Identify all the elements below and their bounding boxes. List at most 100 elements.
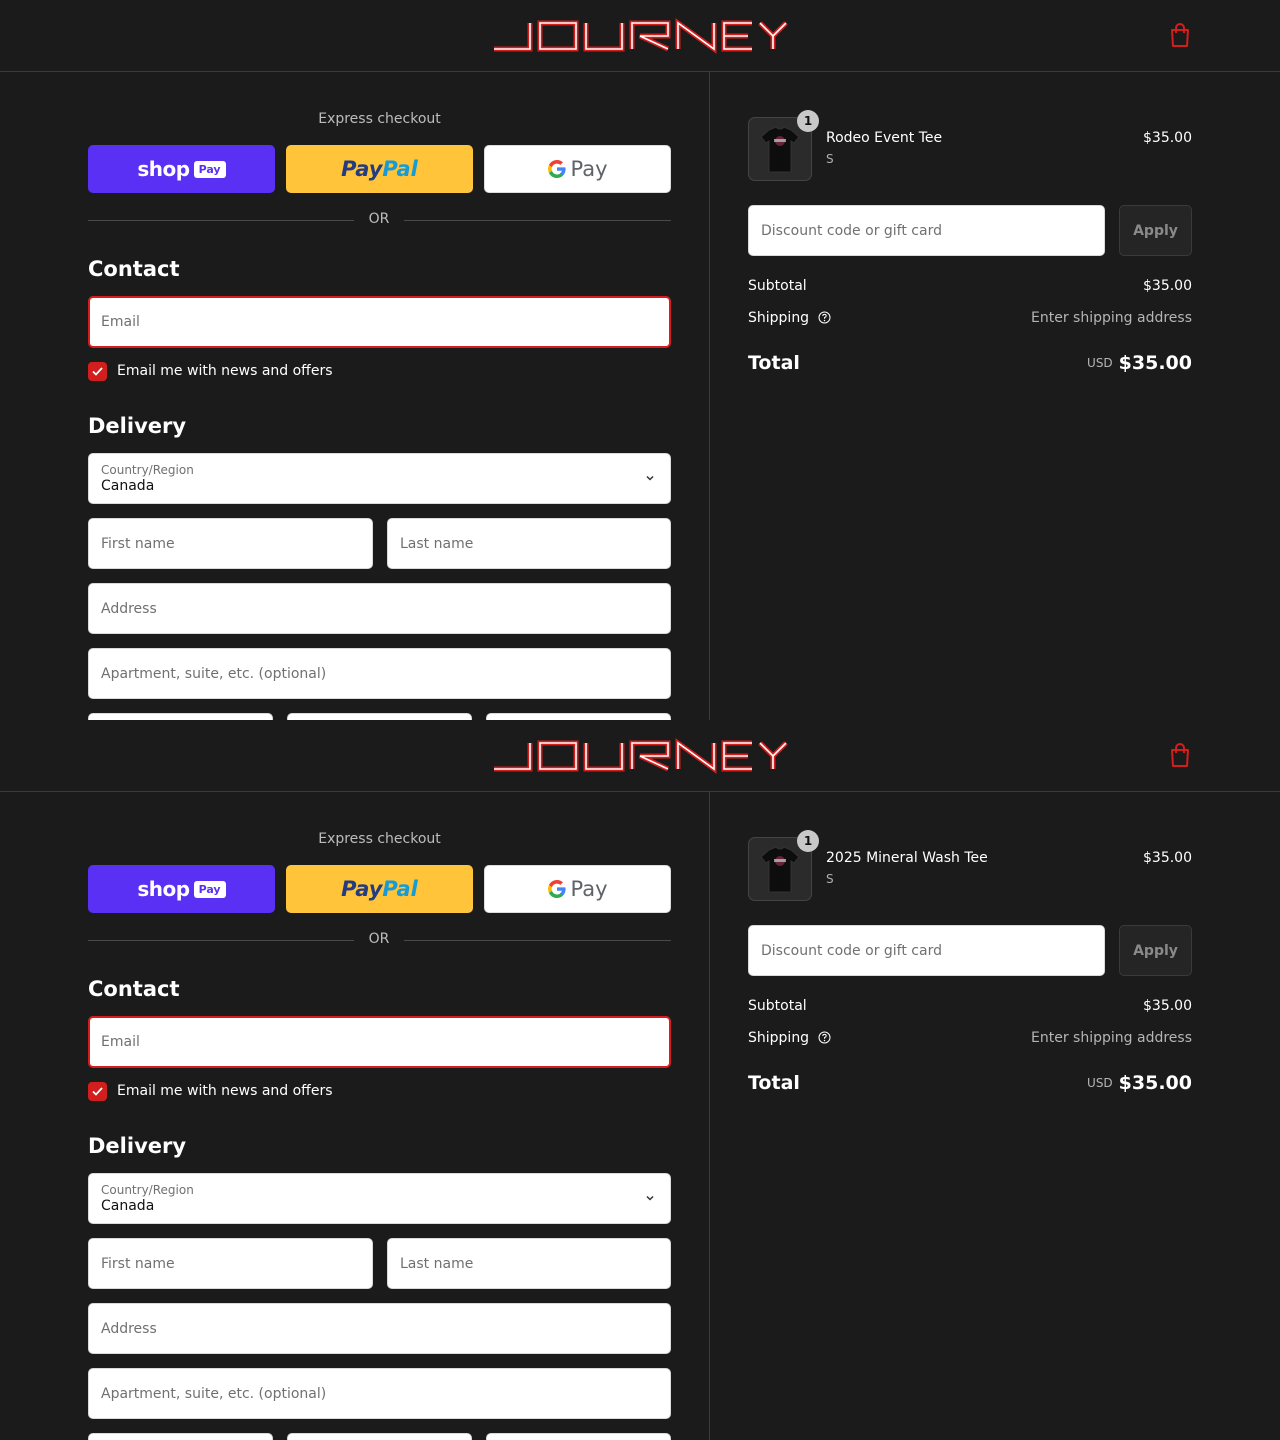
total-amount: USD $35.00	[1087, 1072, 1192, 1094]
divider-line	[88, 940, 354, 941]
discount-placeholder: Discount code or gift card	[761, 222, 942, 239]
checkmark-icon	[92, 367, 103, 376]
google-pay-button[interactable]: Pay	[484, 145, 671, 193]
shop-pay-button[interactable]: shop Pay	[88, 865, 275, 913]
first-name-field[interactable]: First name	[88, 518, 373, 569]
last-name-placeholder: Last name	[400, 535, 474, 552]
quantity-badge: 1	[797, 830, 819, 852]
country-value: Canada	[101, 1197, 155, 1214]
journey-logo[interactable]	[490, 738, 790, 774]
shopping-bag-icon[interactable]	[1168, 742, 1192, 768]
paypal-logo-part-2: Pal	[382, 157, 418, 181]
total-amount: USD $35.00	[1087, 352, 1192, 374]
checkout-form: Express checkout shopPay PayPal Pay OR	[0, 72, 710, 720]
paypal-logo-part-1: Pay	[341, 877, 383, 901]
subtotal-label: Subtotal	[748, 278, 807, 294]
newsletter-checkbox[interactable]	[88, 362, 107, 381]
address-field[interactable]: Address	[88, 1303, 671, 1354]
contact-title: Contact	[88, 257, 180, 281]
shipping-row-label: Shipping	[748, 1030, 831, 1046]
newsletter-checkbox[interactable]	[88, 1082, 107, 1101]
province-field[interactable]	[287, 713, 472, 720]
product-price: $35.00	[1143, 130, 1192, 146]
or-divider: OR	[88, 931, 671, 949]
contact-title: Contact	[88, 977, 180, 1001]
shipping-value: Enter shipping address	[1031, 310, 1192, 326]
first-name-placeholder: First name	[101, 1255, 175, 1272]
shop-pay-badge: Pay	[193, 160, 226, 178]
apartment-field[interactable]: Apartment, suite, etc. (optional)	[88, 648, 671, 699]
google-pay-label: Pay	[570, 157, 608, 181]
subtotal-label: Subtotal	[748, 998, 807, 1014]
total-label: Total	[748, 352, 800, 374]
paypal-logo-part-1: Pay	[341, 157, 383, 181]
newsletter-label: Email me with news and offers	[117, 1083, 333, 1099]
total-value: $35.00	[1118, 352, 1192, 374]
product-name: 2025 Mineral Wash Tee	[826, 850, 988, 866]
total-value: $35.00	[1118, 1072, 1192, 1094]
newsletter-label: Email me with news and offers	[117, 363, 333, 379]
or-divider: OR	[88, 211, 671, 229]
journey-logo[interactable]	[490, 18, 790, 54]
address-placeholder: Address	[101, 600, 157, 617]
paypal-logo-part-2: Pal	[382, 877, 418, 901]
order-summary: 1 2025 Mineral Wash Tee S $35.00 Discoun…	[710, 792, 1280, 1440]
checkout-form: Express checkout shopPay PayPal Pay OR	[0, 792, 710, 1440]
checkout-header	[0, 720, 1280, 792]
google-g-icon	[548, 160, 567, 178]
email-placeholder: Email	[101, 1034, 140, 1050]
shop-pay-button[interactable]: shop Pay	[88, 145, 275, 193]
chevron-down-icon	[646, 1195, 654, 1201]
country-select[interactable]: Country/Region Canada	[88, 453, 671, 504]
country-select[interactable]: Country/Region Canada	[88, 1173, 671, 1224]
paypal-button[interactable]: Pay Pal	[286, 865, 473, 913]
chevron-down-icon	[646, 475, 654, 481]
discount-code-field[interactable]: Discount code or gift card	[748, 205, 1105, 256]
quantity-badge: 1	[797, 110, 819, 132]
shopping-bag-icon[interactable]	[1168, 22, 1192, 48]
address-field[interactable]: Address	[88, 583, 671, 634]
delivery-title: Delivery	[88, 1134, 187, 1158]
shop-pay-badge: Pay	[193, 880, 226, 898]
help-circle-icon[interactable]	[818, 1031, 831, 1044]
country-label: Country/Region	[101, 462, 194, 477]
first-name-field[interactable]: First name	[88, 1238, 373, 1289]
product-variant: S	[826, 872, 834, 886]
postal-code-field[interactable]	[486, 713, 671, 720]
shipping-label: Shipping	[748, 310, 810, 326]
paypal-button[interactable]: Pay Pal	[286, 145, 473, 193]
discount-code-field[interactable]: Discount code or gift card	[748, 925, 1105, 976]
apply-discount-button[interactable]: Apply	[1119, 925, 1192, 976]
shipping-value: Enter shipping address	[1031, 1030, 1192, 1046]
google-g-icon	[548, 880, 567, 898]
postal-code-field[interactable]	[486, 1433, 671, 1440]
shipping-row-label: Shipping	[748, 310, 831, 326]
email-field[interactable]: Email	[88, 296, 671, 348]
express-checkout-title: Express checkout	[318, 831, 441, 847]
city-field[interactable]	[88, 1433, 273, 1440]
order-summary: 1 Rodeo Event Tee S $35.00 Discount code…	[710, 72, 1280, 720]
email-field[interactable]: Email	[88, 1016, 671, 1068]
checkmark-icon	[92, 1087, 103, 1096]
help-circle-icon[interactable]	[818, 311, 831, 324]
product-name: Rodeo Event Tee	[826, 130, 943, 146]
divider-line	[88, 220, 354, 221]
page-root: Express checkout shopPay PayPal Pay OR	[0, 0, 1280, 1440]
delivery-title: Delivery	[88, 414, 187, 438]
google-pay-button[interactable]: Pay	[484, 865, 671, 913]
express-checkout-title: Express checkout	[318, 111, 441, 127]
country-value: Canada	[101, 477, 155, 494]
google-pay-label: Pay	[570, 877, 608, 901]
last-name-field[interactable]: Last name	[387, 1238, 671, 1289]
apartment-placeholder: Apartment, suite, etc. (optional)	[101, 665, 327, 682]
divider-line	[404, 940, 671, 941]
subtotal-value: $35.00	[1143, 278, 1192, 294]
product-price: $35.00	[1143, 850, 1192, 866]
city-field[interactable]	[88, 713, 273, 720]
apartment-field[interactable]: Apartment, suite, etc. (optional)	[88, 1368, 671, 1419]
shop-pay-logo: shop	[137, 157, 190, 181]
email-placeholder: Email	[101, 314, 140, 330]
province-field[interactable]	[287, 1433, 472, 1440]
last-name-field[interactable]: Last name	[387, 518, 671, 569]
apply-discount-button[interactable]: Apply	[1119, 205, 1192, 256]
